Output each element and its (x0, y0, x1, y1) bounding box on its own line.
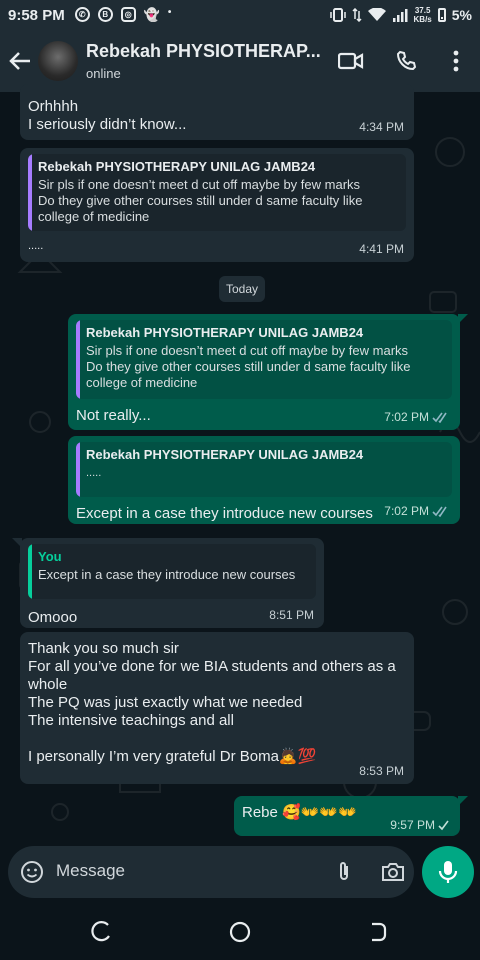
message-meta: 7:02 PM (384, 410, 450, 424)
camera-icon (382, 863, 404, 881)
message-text: ..... (28, 240, 44, 252)
data-transfer-icon (352, 8, 362, 22)
back-button[interactable] (2, 30, 38, 92)
snapchat-notification-icon: 👻 (143, 7, 160, 22)
quoted-author: Rebekah PHYSIOTHERAPY UNILAG JAMB24 (38, 159, 316, 174)
message-composer: Message (8, 846, 414, 898)
battery-icon (437, 8, 446, 22)
message-time: 8:51 PM (269, 608, 314, 622)
recents-button[interactable] (84, 915, 118, 949)
quoted-text: Sir pls if one doesn’t meet d cut off ma… (38, 177, 363, 224)
notification-icons: ✆ B ◎ 👻 • (74, 7, 172, 23)
quoted-text: ..... (86, 467, 102, 479)
voice-message-button[interactable] (422, 846, 474, 898)
quoted-message[interactable]: You Except in a case they introduce new … (28, 544, 316, 599)
back-arrow-icon (9, 52, 30, 70)
status-time: 9:58 PM (8, 6, 65, 24)
speed-value: 37.5 (414, 6, 431, 15)
camera-button[interactable] (380, 860, 406, 884)
voice-call-icon (396, 50, 417, 71)
instagram-notification-icon: ◎ (120, 7, 136, 22)
message-incoming[interactable]: Rebekah PHYSIOTHERAPY UNILAG JAMB24 Sir … (20, 148, 414, 262)
quoted-message[interactable]: Rebekah PHYSIOTHERAPY UNILAG JAMB24 Sir … (76, 320, 452, 399)
speed-unit: KB/s (413, 15, 432, 24)
contact-avatar[interactable] (38, 41, 78, 81)
quoted-message[interactable]: Rebekah PHYSIOTHERAPY UNILAG JAMB24 Sir … (28, 154, 406, 231)
home-icon (229, 921, 251, 943)
message-incoming[interactable]: Thank you so much sir For all you’ve don… (20, 632, 414, 784)
message-time: 9:57 PM (390, 818, 435, 832)
more-options-button[interactable] (436, 30, 476, 92)
attach-icon (340, 862, 348, 880)
message-time: 4:34 PM (359, 120, 404, 134)
more-options-icon (453, 50, 459, 72)
wifi-icon (367, 8, 386, 21)
message-text: Orhhhh I seriously didn’t know... (28, 98, 187, 133)
day-divider: Today (219, 276, 265, 302)
quoted-author: You (38, 549, 62, 564)
vibrate-icon (329, 8, 346, 22)
message-meta: 8:53 PM (359, 764, 404, 778)
message-outgoing[interactable]: Rebe 🥰👐👐👐 9:57 PM (234, 796, 468, 836)
signal-icon (392, 9, 408, 22)
video-call-button[interactable] (331, 30, 371, 92)
message-meta: 4:41 PM (359, 242, 404, 256)
mic-icon (438, 861, 458, 883)
message-text: Thank you so much sir For all you’ve don… (28, 640, 396, 765)
quoted-author: Rebekah PHYSIOTHERAPY UNILAG JAMB24 (86, 447, 364, 462)
quoted-text: Except in a case they introduce new cour… (38, 567, 296, 582)
back-icon (372, 922, 387, 942)
nav-back-button[interactable] (360, 915, 394, 949)
emoji-button[interactable] (20, 860, 44, 884)
voice-call-button[interactable] (386, 30, 426, 92)
video-call-icon (338, 52, 364, 70)
message-meta: 9:57 PM (390, 818, 450, 832)
delivered-tick-icon (438, 820, 449, 830)
quoted-message[interactable]: Rebekah PHYSIOTHERAPY UNILAG JAMB24 ....… (76, 442, 452, 497)
message-time: 8:53 PM (359, 764, 404, 778)
message-outgoing[interactable]: Rebekah PHYSIOTHERAPY UNILAG JAMB24 Sir … (68, 314, 468, 430)
message-meta: 7:02 PM (384, 504, 450, 518)
read-receipt-icon (432, 412, 447, 423)
message-meta: 4:34 PM (359, 120, 404, 134)
emoji-icon (21, 861, 43, 883)
message-outgoing[interactable]: Rebekah PHYSIOTHERAPY UNILAG JAMB24 ....… (68, 436, 460, 524)
chat-header: Rebekah PHYSIOTHERAP... online (0, 30, 480, 92)
message-time: 7:02 PM (384, 504, 429, 518)
bubble-tail (458, 314, 468, 324)
bubble-tail (12, 538, 22, 548)
whatsapp-notification-icon: ✆ (74, 7, 90, 22)
b-app-notification-icon: B (97, 7, 113, 22)
status-bar: 9:58 PM ✆ B ◎ 👻 • 37.5 KB/s 5% (0, 0, 480, 30)
home-button[interactable] (223, 915, 257, 949)
contact-name: Rebekah PHYSIOTHERAP... (86, 41, 321, 61)
contact-status: online (86, 66, 121, 81)
message-input[interactable]: Message (56, 861, 125, 881)
read-receipt-icon (432, 506, 447, 517)
attach-button[interactable] (332, 860, 356, 884)
system-navigation-bar (0, 905, 480, 960)
dot-icon: • (167, 7, 172, 18)
contact-info[interactable]: Rebekah PHYSIOTHERAP... online (86, 41, 336, 81)
message-time: 4:41 PM (359, 242, 404, 256)
network-speed: 37.5 KB/s (414, 6, 432, 24)
message-time: 7:02 PM (384, 410, 429, 424)
quoted-author: Rebekah PHYSIOTHERAPY UNILAG JAMB24 (86, 325, 364, 340)
bubble-tail (458, 796, 468, 806)
message-meta: 8:51 PM (269, 608, 314, 622)
quoted-text: Sir pls if one doesn’t meet d cut off ma… (86, 343, 411, 390)
recents-icon (91, 921, 110, 942)
message-incoming[interactable]: You Except in a case they introduce new … (12, 538, 324, 628)
battery-level: 5% (451, 7, 472, 23)
message-incoming[interactable]: Orhhhh I seriously didn’t know... 4:34 P… (20, 84, 414, 140)
